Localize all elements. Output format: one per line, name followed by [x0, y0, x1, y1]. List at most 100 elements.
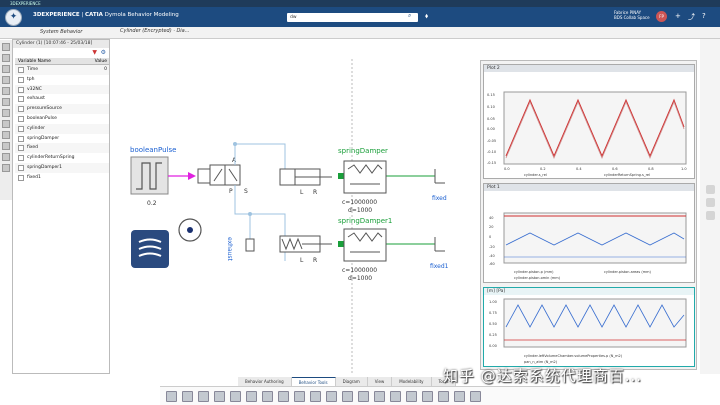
search-icon[interactable]: ⌕ — [408, 12, 411, 20]
filter-icon[interactable]: ▼ — [92, 49, 97, 56]
check-icon[interactable] — [326, 390, 337, 402]
side-tool-icon[interactable] — [706, 198, 715, 207]
exhaust-block[interactable] — [245, 238, 255, 252]
variable-name: springDamper1 — [15, 163, 93, 173]
exhaust-label: exhaust — [226, 237, 233, 262]
table-row[interactable]: fixed — [15, 143, 109, 154]
avatar[interactable]: FP — [656, 11, 667, 22]
plot-icon[interactable] — [262, 390, 273, 402]
bottom-tab[interactable]: Modelability — [392, 377, 432, 386]
settings-icon[interactable] — [230, 390, 241, 402]
table-row[interactable]: exhaust — [15, 94, 109, 104]
tool-icon[interactable] — [2, 54, 10, 62]
variable-name: springDamper — [15, 134, 93, 144]
tool-icon[interactable] — [2, 43, 10, 51]
tool-icon[interactable] — [2, 120, 10, 128]
brand: 3DEXPERIENCE | CATIA Dymola Behavior Mod… — [33, 12, 179, 18]
navigate-icon[interactable] — [390, 390, 401, 402]
tab-document[interactable]: Cylinder (Encrypted) · Dia... — [120, 28, 190, 34]
variable-name: v32NC — [15, 85, 93, 95]
signal-arrow-icon — [188, 172, 196, 180]
plot1-ytick: -40 — [489, 254, 495, 258]
fit-icon[interactable] — [374, 390, 385, 402]
bottom-tab[interactable]: Behavior Authoring — [238, 377, 292, 386]
spring-damper-c: c=1000000 — [342, 199, 377, 206]
variable-value — [93, 143, 109, 153]
plot2-xtick: 1.0 — [681, 167, 687, 171]
plot-window-2[interactable]: Plot 2 0.15 0.10 0.05 0.00 -0.05 -0.10 -… — [483, 64, 695, 179]
variable-value — [93, 75, 109, 85]
link-icon[interactable] — [422, 390, 433, 402]
tools-icon[interactable] — [438, 390, 449, 402]
cylinder-port-r: R — [313, 189, 317, 196]
watermark: 知乎 @达索系统代理商百... — [443, 367, 643, 385]
plot-window-3[interactable]: [m] [Pa] 1.00 0.75 0.50 0.25 0.00 cylind… — [483, 287, 695, 367]
variable-value — [93, 173, 109, 183]
share-icon[interactable]: ⤴ — [688, 12, 695, 22]
paste-icon[interactable] — [198, 390, 209, 402]
tool-icon[interactable] — [2, 65, 10, 73]
tool-icon[interactable] — [2, 164, 10, 172]
tool-icon[interactable] — [2, 153, 10, 161]
variable-name: cylinderReturnSpring — [15, 153, 93, 163]
undo-icon[interactable] — [214, 390, 225, 402]
bottom-tab[interactable]: Diagram — [335, 377, 368, 386]
table-row[interactable]: tph — [15, 75, 109, 85]
side-tool-icon[interactable] — [706, 211, 715, 220]
tool-icon[interactable] — [2, 142, 10, 150]
info-icon[interactable] — [454, 390, 465, 402]
table-row[interactable]: Time 0 — [15, 65, 109, 75]
variable-value — [93, 114, 109, 124]
plot2-svg: 0.15 0.10 0.05 0.00 -0.05 -0.10 -0.15 0.… — [487, 91, 687, 177]
plot1-ytick: 20 — [489, 225, 493, 229]
brand-app: CATIA — [84, 12, 103, 18]
tool-icon[interactable] — [2, 87, 10, 95]
side-tool-icon[interactable] — [706, 185, 715, 194]
user-info[interactable]: Fabrice PINAY BDS Collab Space — [614, 10, 650, 20]
table-row[interactable]: v32NC — [15, 84, 109, 95]
search-input[interactable]: dw — [287, 13, 418, 22]
bottom-tab[interactable]: Behavior Tools — [291, 377, 336, 386]
add-icon[interactable]: + — [675, 12, 681, 20]
table-row[interactable]: cylinderReturnSpring — [15, 153, 109, 163]
table-row[interactable]: cylinder — [15, 123, 109, 134]
plot2-xtick: 0.2 — [540, 167, 546, 171]
brand-prefix: 3DEXPERIENCE — [33, 12, 80, 18]
plot3-ytick: 0.75 — [489, 311, 497, 315]
zoom-icon[interactable] — [342, 390, 353, 402]
valve-actuator[interactable] — [197, 168, 211, 184]
spring-damper1-label: springDamper1 — [338, 217, 392, 225]
table-row[interactable]: pressureSource — [15, 104, 109, 114]
layout-icon[interactable] — [294, 390, 305, 402]
table-row[interactable]: booleanPulse — [15, 114, 109, 124]
plot3-ytick: 0.50 — [489, 322, 497, 326]
cut-icon[interactable] — [166, 390, 177, 402]
table-row[interactable]: springDamper — [15, 134, 109, 144]
table-row[interactable]: springDamper1 — [15, 162, 109, 173]
bottom-tab[interactable]: View — [367, 377, 393, 386]
plot3-ytick: 0.00 — [489, 344, 497, 348]
plot2-ytick: -0.05 — [487, 139, 496, 143]
tool-icon[interactable] — [2, 131, 10, 139]
tool-icon[interactable] — [2, 98, 10, 106]
table-row[interactable]: fixed1 — [15, 173, 109, 183]
spring-damper-label: springDamper — [338, 147, 388, 155]
grid-icon[interactable] — [278, 390, 289, 402]
settings-icon[interactable]: ⚙ — [101, 49, 106, 56]
help-icon[interactable]: ? — [702, 12, 706, 20]
diagram-canvas[interactable]: booleanPulse 0.2 A P S exhaust L R sprin… — [110, 39, 480, 374]
simulate-icon[interactable] — [310, 390, 321, 402]
copy-icon[interactable] — [182, 390, 193, 402]
plot2-legend: cylinderReturnSpring.s_rel — [604, 173, 650, 177]
tool-icon[interactable] — [2, 76, 10, 84]
export-icon[interactable] — [406, 390, 417, 402]
tag-icon[interactable]: ⬧ — [425, 12, 428, 21]
share-icon[interactable] — [246, 390, 257, 402]
plot3-svg: 1.00 0.75 0.50 0.25 0.00 cylinder.leftVo… — [489, 298, 687, 364]
pan-icon[interactable] — [358, 390, 369, 402]
more-icon[interactable] — [470, 390, 481, 402]
variables-toolbar: ▼ ⚙ — [13, 48, 109, 57]
tool-icon[interactable] — [2, 109, 10, 117]
plot-window-1[interactable]: Plot 1 40 20 0 -20 -40 -60 cylinder.pist… — [483, 183, 695, 283]
compass-icon[interactable]: ✦ — [5, 9, 22, 26]
